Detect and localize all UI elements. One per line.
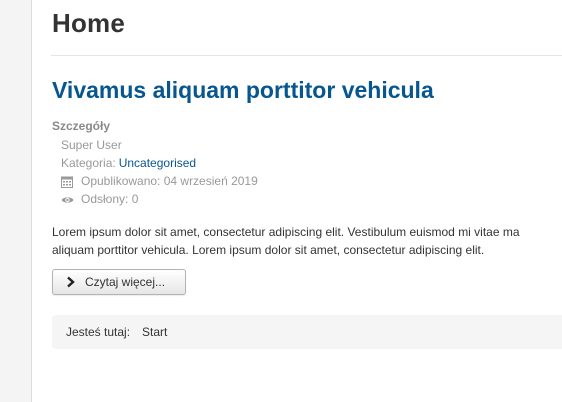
category-label: Kategoria: (61, 156, 116, 170)
intro-line-1: Lorem ipsum dolor sit amet, consectetur … (52, 225, 520, 239)
breadcrumb-current: Start (142, 325, 168, 339)
article-details: Szczegóły Super User Kategoria: Uncatego… (52, 117, 258, 208)
article-intro: Lorem ipsum dolor sit amet, consectetur … (52, 223, 562, 259)
published-date: Opublikowano: 04 wrzesień 2019 (81, 174, 258, 188)
chevron-right-icon (66, 276, 76, 288)
calendar-icon (61, 175, 74, 188)
content-page: Home Vivamus aliquam porttitor vehicula … (31, 0, 562, 402)
detail-hits: Odsłony: 0 (52, 190, 258, 208)
page-title: Home (52, 8, 126, 38)
category-link[interactable]: Uncategorised (119, 154, 196, 172)
eye-icon (61, 193, 74, 205)
read-more-label: Czytaj więcej... (85, 275, 166, 289)
read-more-button[interactable]: Czytaj więcej... (52, 269, 186, 295)
detail-category: Kategoria: Uncategorised (52, 154, 258, 172)
author-name: Super User (61, 138, 122, 152)
breadcrumb: Jesteś tutaj: Start (52, 315, 562, 349)
detail-author: Super User (52, 136, 258, 154)
article-title: Vivamus aliquam porttitor vehicula (52, 77, 434, 104)
page-header: Home (51, 0, 562, 56)
breadcrumb-label: Jesteś tutaj: (66, 325, 131, 339)
hits-count: Odsłony: 0 (81, 192, 139, 206)
intro-line-2: aliquam porttitor vehicula. Lorem ipsum … (52, 243, 485, 257)
detail-published: Opublikowano: 04 wrzesień 2019 (52, 172, 258, 190)
article-title-link[interactable]: Vivamus aliquam porttitor vehicula (52, 77, 434, 103)
details-heading: Szczegóły (52, 119, 111, 133)
